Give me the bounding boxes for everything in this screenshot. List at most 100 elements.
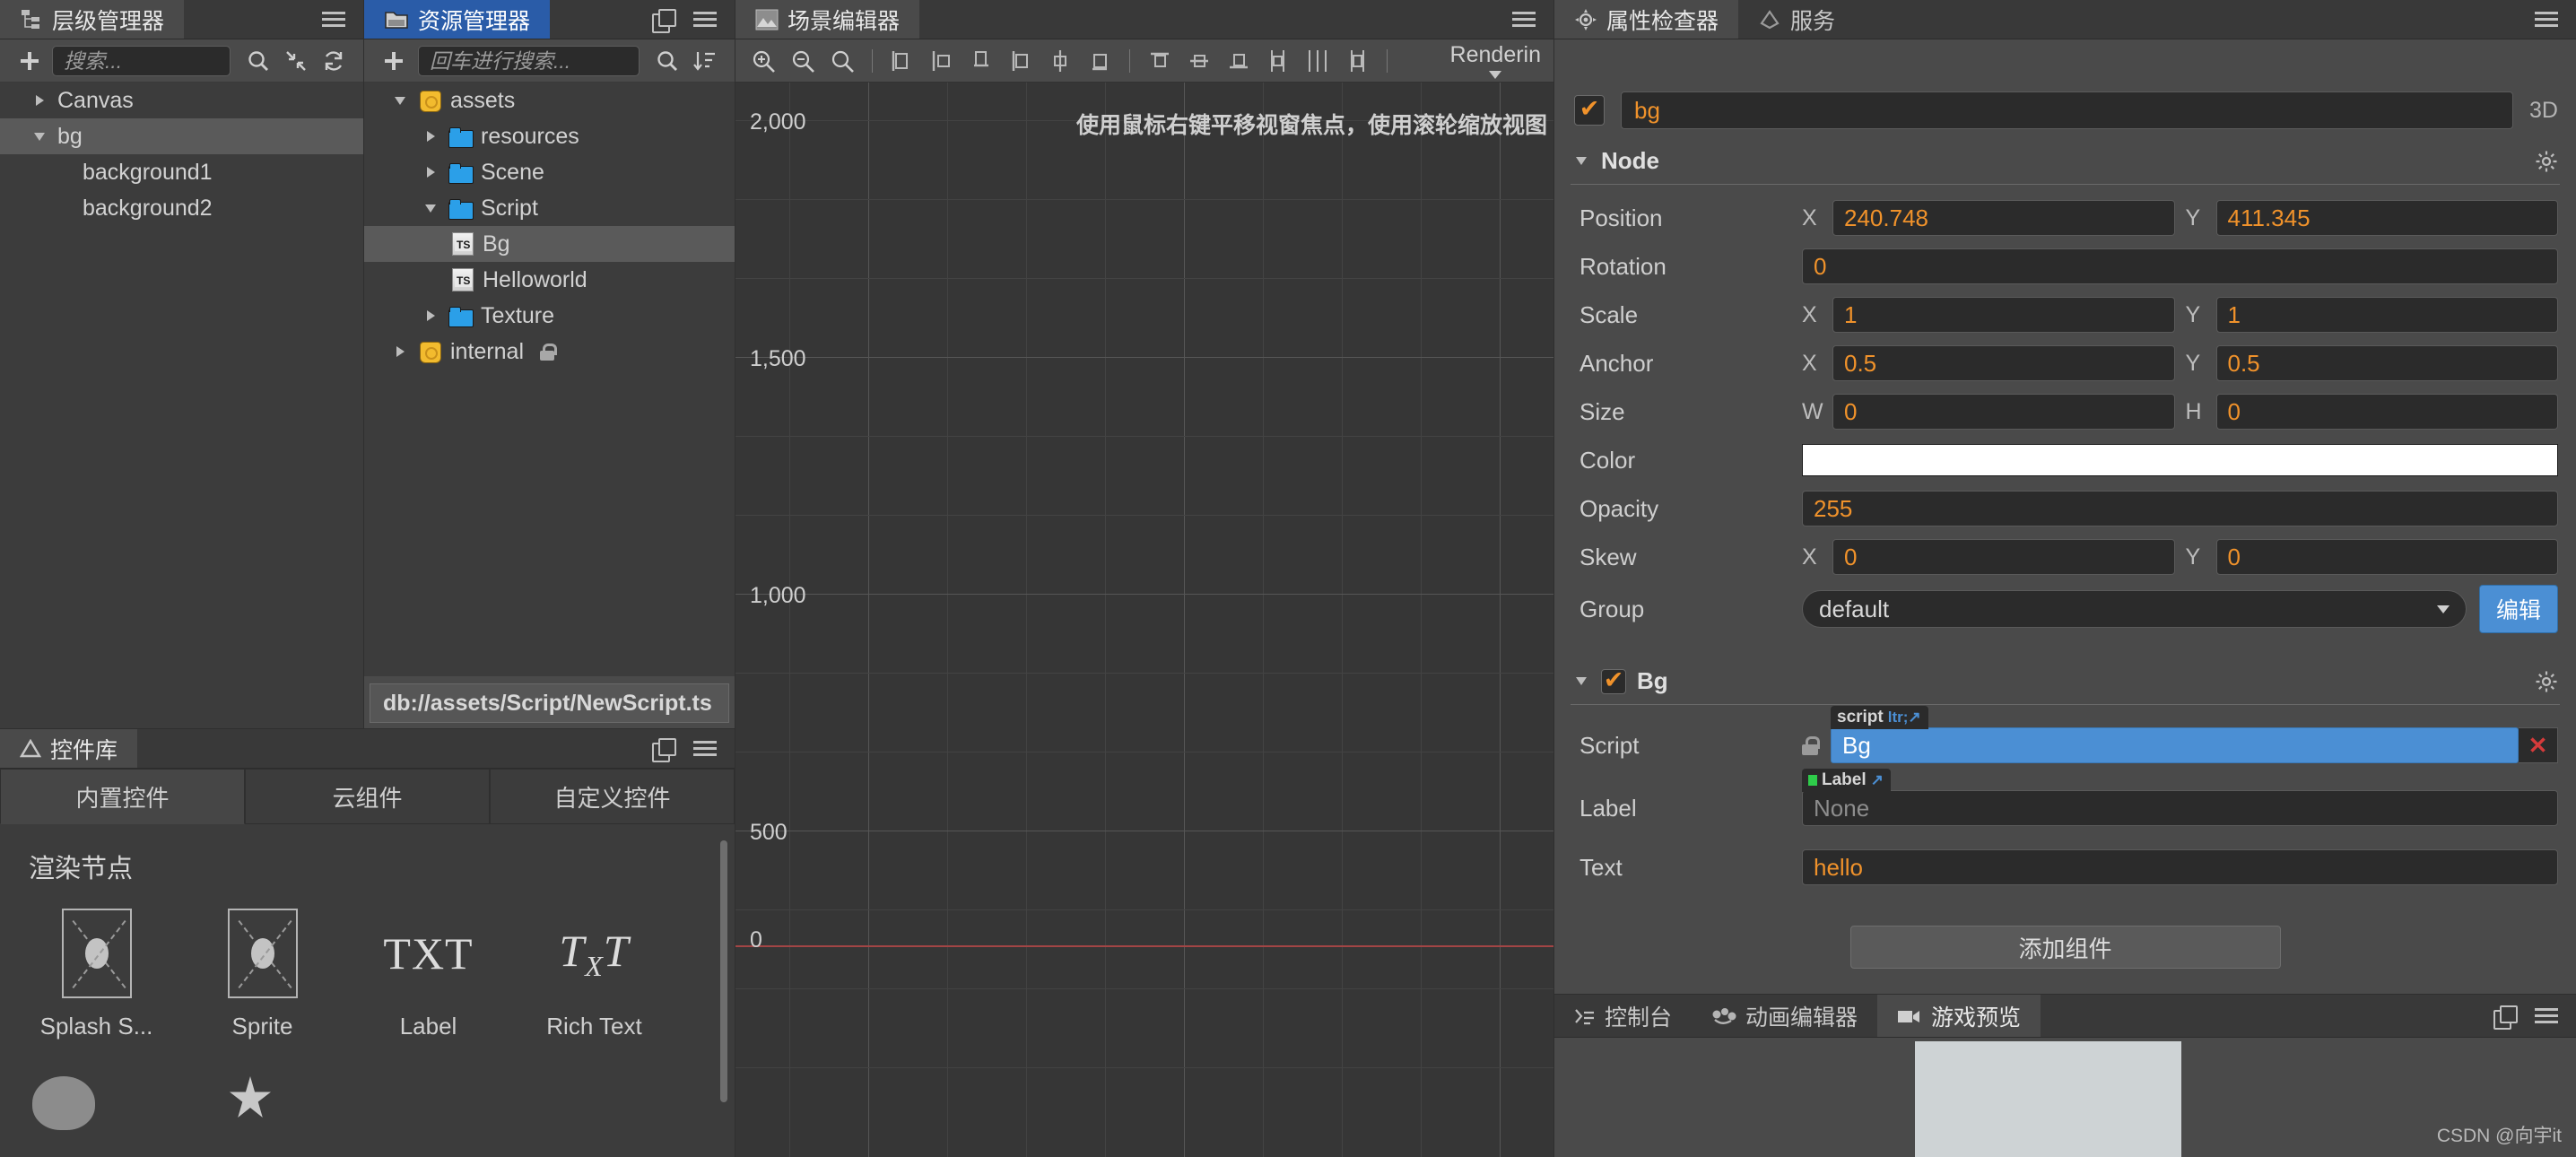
- node-name-input[interactable]: bg: [1621, 91, 2514, 129]
- external-link-icon[interactable]: ltr;↗: [1888, 709, 1921, 726]
- asset-row-script[interactable]: Script: [364, 190, 735, 226]
- node-enabled-checkbox[interactable]: [1574, 95, 1605, 126]
- label-ref-input[interactable]: None: [1802, 790, 2558, 826]
- chevron-right-icon[interactable]: [422, 127, 439, 145]
- align-top-icon[interactable]: [1002, 42, 1040, 80]
- zoom-in-icon[interactable]: [744, 42, 782, 80]
- node-section-header[interactable]: Node: [1554, 138, 2576, 182]
- rotation-input[interactable]: 0: [1802, 248, 2558, 284]
- opacity-input[interactable]: 255: [1802, 491, 2558, 526]
- tab-scene-editor[interactable]: 场景编辑器: [735, 0, 920, 39]
- chevron-down-icon[interactable]: [1572, 673, 1590, 691]
- widget-item-sprite[interactable]: Sprite: [193, 909, 332, 1040]
- scene-viewport-container[interactable]: background1 2,000 1,500 1,000 500 0 -500…: [735, 83, 1553, 1157]
- search-icon[interactable]: [239, 42, 277, 80]
- size-w-input[interactable]: 0: [1832, 394, 2175, 430]
- anchor-y-input[interactable]: 0.5: [2215, 345, 2558, 381]
- tab-hierarchy[interactable]: 层级管理器: [0, 0, 185, 39]
- gear-icon[interactable]: [2535, 150, 2558, 173]
- splitter-hierarchy-assets[interactable]: [363, 0, 364, 728]
- script-ref-input[interactable]: Bg: [1831, 727, 2519, 763]
- tab-cloud-components[interactable]: 云组件: [245, 769, 490, 824]
- zoom-fit-icon[interactable]: [823, 42, 861, 80]
- hamburger-icon[interactable]: [2535, 11, 2558, 28]
- text-input[interactable]: hello: [1802, 849, 2558, 885]
- widget-item-splash-sprite[interactable]: Splash S...: [27, 909, 166, 1040]
- tab-console[interactable]: 控制台: [1554, 995, 1692, 1037]
- tab-assets[interactable]: 资源管理器: [364, 0, 551, 39]
- assets-search-input[interactable]: 回车进行搜索...: [418, 45, 640, 76]
- chevron-down-icon[interactable]: [30, 127, 48, 145]
- widget-item-label[interactable]: TXT Label: [359, 909, 498, 1040]
- widget-thumb-partial-2[interactable]: [230, 1076, 271, 1118]
- external-link-icon[interactable]: ↗: [1871, 771, 1884, 789]
- size-h-input[interactable]: 0: [2215, 394, 2558, 430]
- scene-viewport[interactable]: background1 2,000 1,500 1,000 500 0 -500…: [735, 83, 1553, 1157]
- zoom-out-icon[interactable]: [784, 42, 822, 80]
- chevron-down-icon[interactable]: [1489, 71, 1502, 79]
- distribute-bottom-icon[interactable]: [1220, 42, 1258, 80]
- hierarchy-search-input[interactable]: 搜索...: [52, 45, 231, 76]
- collapse-icon[interactable]: [277, 42, 315, 80]
- asset-row-resources[interactable]: resources: [364, 118, 735, 154]
- sort-icon[interactable]: [686, 42, 724, 80]
- hierarchy-node-canvas[interactable]: Canvas: [0, 83, 363, 118]
- asset-row-internal[interactable]: internal: [364, 334, 735, 370]
- tab-widget-library[interactable]: 控件库: [0, 729, 138, 768]
- group-select[interactable]: default: [1802, 590, 2467, 628]
- plus-icon[interactable]: [375, 42, 413, 80]
- tab-custom-widgets[interactable]: 自定义控件: [490, 769, 735, 824]
- chevron-down-icon[interactable]: [391, 91, 409, 109]
- distribute-top-icon[interactable]: [1141, 42, 1179, 80]
- popout-icon[interactable]: [652, 8, 676, 33]
- hamburger-icon[interactable]: [1512, 11, 1536, 28]
- hamburger-icon[interactable]: [693, 740, 717, 757]
- popout-icon[interactable]: [652, 737, 676, 762]
- chevron-right-icon[interactable]: [422, 163, 439, 181]
- tab-builtin-widgets[interactable]: 内置控件: [0, 769, 245, 824]
- anchor-x-input[interactable]: 0.5: [1832, 345, 2175, 381]
- distribute-left-icon[interactable]: [1259, 42, 1297, 80]
- add-component-button[interactable]: 添加组件: [1849, 926, 2281, 969]
- group-edit-button[interactable]: 编辑: [2478, 585, 2558, 633]
- component-enabled-checkbox[interactable]: [1601, 668, 1626, 694]
- distribute-center-icon[interactable]: [1299, 42, 1336, 80]
- tab-game-preview[interactable]: 游戏预览: [1877, 995, 2041, 1037]
- position-y-input[interactable]: 411.345: [2215, 200, 2558, 236]
- mode-badge-3d[interactable]: 3D: [2529, 98, 2558, 124]
- refresh-icon[interactable]: [315, 42, 352, 80]
- component-section-header[interactable]: Bg: [1554, 637, 2576, 702]
- scale-x-input[interactable]: 1: [1832, 297, 2175, 333]
- asset-row-scene[interactable]: Scene: [364, 154, 735, 190]
- hierarchy-node-bg[interactable]: bg: [0, 118, 363, 154]
- asset-row-texture[interactable]: Texture: [364, 298, 735, 334]
- hamburger-icon[interactable]: [322, 11, 345, 28]
- chevron-down-icon[interactable]: [422, 199, 439, 217]
- scale-y-input[interactable]: 1: [2215, 297, 2558, 333]
- search-icon[interactable]: [648, 42, 686, 80]
- game-preview-canvas[interactable]: [1915, 1041, 2181, 1157]
- asset-row-bg[interactable]: TS Bg: [364, 226, 735, 262]
- hierarchy-node-background2[interactable]: background2: [0, 190, 363, 226]
- position-x-input[interactable]: 240.748: [1832, 200, 2175, 236]
- widget-thumb-partial-1[interactable]: [32, 1076, 95, 1130]
- splitter-hierarchy-widget[interactable]: [0, 728, 735, 729]
- chevron-down-icon[interactable]: [1572, 152, 1590, 170]
- close-icon[interactable]: ✕: [2519, 727, 2558, 763]
- widget-library-scrollbar[interactable]: [720, 840, 727, 1102]
- color-swatch[interactable]: [1802, 444, 2558, 476]
- align-vcenter-icon[interactable]: [1041, 42, 1079, 80]
- align-right-icon[interactable]: [962, 42, 1000, 80]
- tab-service[interactable]: 服务: [1738, 0, 1855, 39]
- skew-y-input[interactable]: 0: [2215, 539, 2558, 575]
- hamburger-icon[interactable]: [2535, 1007, 2558, 1024]
- distribute-right-icon[interactable]: [1338, 42, 1376, 80]
- widget-item-rich-text[interactable]: TXT Rich Text: [525, 909, 664, 1040]
- align-hcenter-icon[interactable]: [923, 42, 961, 80]
- splitter-inspector-bottom[interactable]: [1554, 994, 2576, 995]
- tab-animation-editor[interactable]: 动画编辑器: [1692, 995, 1877, 1037]
- align-bottom-icon[interactable]: [1081, 42, 1118, 80]
- chevron-right-icon[interactable]: [422, 307, 439, 325]
- chevron-right-icon[interactable]: [30, 91, 48, 109]
- hamburger-icon[interactable]: [693, 11, 717, 28]
